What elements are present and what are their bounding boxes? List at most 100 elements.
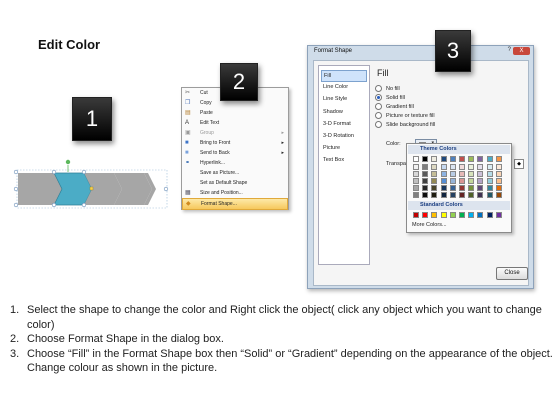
- theme-shade-swatch[interactable]: [495, 164, 502, 170]
- theme-color-swatch[interactable]: [431, 156, 438, 162]
- theme-shade-swatch[interactable]: [468, 171, 475, 177]
- theme-color-swatch[interactable]: [495, 156, 502, 162]
- theme-shade-swatch[interactable]: [440, 171, 447, 177]
- standard-color-swatch[interactable]: [495, 212, 502, 218]
- theme-shade-swatch[interactable]: [459, 164, 465, 170]
- theme-shade-swatch[interactable]: [486, 178, 493, 184]
- context-menu-item[interactable]: ⚭ Hyperlink...: [182, 158, 288, 168]
- theme-shade-swatch[interactable]: [459, 178, 465, 184]
- fill-option-radio[interactable]: Solid fill: [375, 94, 405, 103]
- context-menu-item[interactable]: ▦ Size and Position...: [182, 188, 288, 198]
- theme-shade-swatch[interactable]: [468, 164, 475, 170]
- theme-color-swatch[interactable]: [477, 156, 484, 162]
- theme-shade-swatch[interactable]: [468, 178, 475, 184]
- theme-shade-swatch[interactable]: [486, 185, 493, 191]
- more-colors-link[interactable]: More Colors...: [412, 222, 447, 228]
- theme-shade-swatch[interactable]: [422, 164, 429, 170]
- theme-shade-swatch[interactable]: [413, 185, 419, 191]
- theme-shade-swatch[interactable]: [468, 185, 475, 191]
- dialog-nav-item[interactable]: Shadow: [321, 107, 367, 117]
- theme-shade-swatch[interactable]: [477, 185, 484, 191]
- theme-shade-swatch[interactable]: [422, 178, 429, 184]
- theme-shade-swatch[interactable]: [413, 178, 419, 184]
- theme-shade-swatch[interactable]: [495, 178, 502, 184]
- standard-color-swatch[interactable]: [459, 212, 465, 218]
- theme-shade-swatch[interactable]: [495, 171, 502, 177]
- theme-color-swatch[interactable]: [459, 156, 465, 162]
- theme-shade-swatch[interactable]: [449, 164, 456, 170]
- radio-icon[interactable]: [375, 94, 382, 102]
- theme-shade-swatch[interactable]: [431, 192, 438, 198]
- context-menu-item[interactable]: A Edit Text: [182, 118, 288, 128]
- standard-color-swatch[interactable]: [486, 212, 493, 218]
- dialog-nav-item[interactable]: Line Style: [321, 94, 367, 104]
- help-icon[interactable]: ?: [508, 47, 511, 53]
- fill-option-radio[interactable]: No fill: [375, 85, 400, 94]
- theme-shade-swatch[interactable]: [477, 164, 484, 170]
- context-menu-item[interactable]: ▣ Group ▸: [182, 128, 288, 138]
- chevron-process-shape[interactable]: [10, 155, 170, 215]
- radio-icon[interactable]: [375, 85, 382, 93]
- theme-color-swatch[interactable]: [413, 156, 419, 162]
- radio-icon[interactable]: [375, 112, 382, 120]
- theme-shade-swatch[interactable]: [413, 192, 419, 198]
- close-button[interactable]: Close: [496, 267, 528, 280]
- theme-shade-swatch[interactable]: [431, 164, 438, 170]
- theme-shade-swatch[interactable]: [486, 164, 493, 170]
- dialog-nav-item[interactable]: Text Box: [321, 155, 367, 165]
- context-menu-item[interactable]: ■ Bring to Front ▸: [182, 138, 288, 148]
- standard-color-swatch[interactable]: [468, 212, 475, 218]
- theme-shade-swatch[interactable]: [440, 185, 447, 191]
- theme-shade-swatch[interactable]: [477, 178, 484, 184]
- theme-shade-swatch[interactable]: [449, 178, 456, 184]
- context-menu-item[interactable]: ■ Send to Back ▸: [182, 148, 288, 158]
- close-icon[interactable]: X: [513, 47, 530, 55]
- theme-shade-swatch[interactable]: [449, 192, 456, 198]
- dialog-nav-item[interactable]: Picture: [321, 143, 367, 153]
- fill-option-radio[interactable]: Picture or texture fill: [375, 112, 435, 121]
- transparency-spinner[interactable]: ◆: [514, 159, 524, 169]
- theme-color-swatch[interactable]: [422, 156, 429, 162]
- theme-shade-swatch[interactable]: [422, 185, 429, 191]
- theme-shade-swatch[interactable]: [413, 164, 419, 170]
- theme-shade-swatch[interactable]: [459, 192, 465, 198]
- context-menu-item[interactable]: Save as Picture...: [182, 168, 288, 178]
- theme-shade-swatch[interactable]: [449, 185, 456, 191]
- standard-color-swatch[interactable]: [431, 212, 438, 218]
- dialog-nav-item[interactable]: Line Color: [321, 82, 367, 92]
- theme-shade-swatch[interactable]: [477, 192, 484, 198]
- theme-shade-swatch[interactable]: [431, 178, 438, 184]
- theme-color-swatch[interactable]: [468, 156, 475, 162]
- dialog-nav-item[interactable]: 3-D Format: [321, 119, 367, 129]
- theme-shade-swatch[interactable]: [422, 192, 429, 198]
- dialog-nav-item[interactable]: Fill: [321, 70, 367, 82]
- theme-shade-swatch[interactable]: [440, 178, 447, 184]
- theme-shade-swatch[interactable]: [495, 192, 502, 198]
- fill-option-radio[interactable]: Gradient fill: [375, 103, 414, 112]
- context-menu-item[interactable]: ▤ Paste: [182, 108, 288, 118]
- theme-shade-swatch[interactable]: [440, 164, 447, 170]
- theme-shade-swatch[interactable]: [459, 171, 465, 177]
- theme-shade-swatch[interactable]: [486, 192, 493, 198]
- theme-shade-swatch[interactable]: [449, 171, 456, 177]
- theme-shade-swatch[interactable]: [477, 171, 484, 177]
- theme-shade-swatch[interactable]: [468, 192, 475, 198]
- context-menu-item[interactable]: Set as Default Shape: [182, 178, 288, 188]
- context-menu-item[interactable]: ◆ Format Shape...: [182, 198, 288, 210]
- standard-color-swatch[interactable]: [422, 212, 429, 218]
- standard-color-swatch[interactable]: [477, 212, 484, 218]
- theme-shade-swatch[interactable]: [495, 185, 502, 191]
- theme-shade-swatch[interactable]: [486, 171, 493, 177]
- theme-color-swatch[interactable]: [440, 156, 447, 162]
- theme-shade-swatch[interactable]: [422, 171, 429, 177]
- standard-color-swatch[interactable]: [440, 212, 447, 218]
- standard-color-swatch[interactable]: [413, 212, 419, 218]
- radio-icon[interactable]: [375, 103, 382, 111]
- radio-icon[interactable]: [375, 121, 382, 129]
- fill-option-radio[interactable]: Slide background fill: [375, 121, 435, 130]
- theme-shade-swatch[interactable]: [459, 185, 465, 191]
- theme-color-swatch[interactable]: [486, 156, 493, 162]
- theme-color-swatch[interactable]: [449, 156, 456, 162]
- standard-color-swatch[interactable]: [449, 212, 456, 218]
- theme-shade-swatch[interactable]: [413, 171, 419, 177]
